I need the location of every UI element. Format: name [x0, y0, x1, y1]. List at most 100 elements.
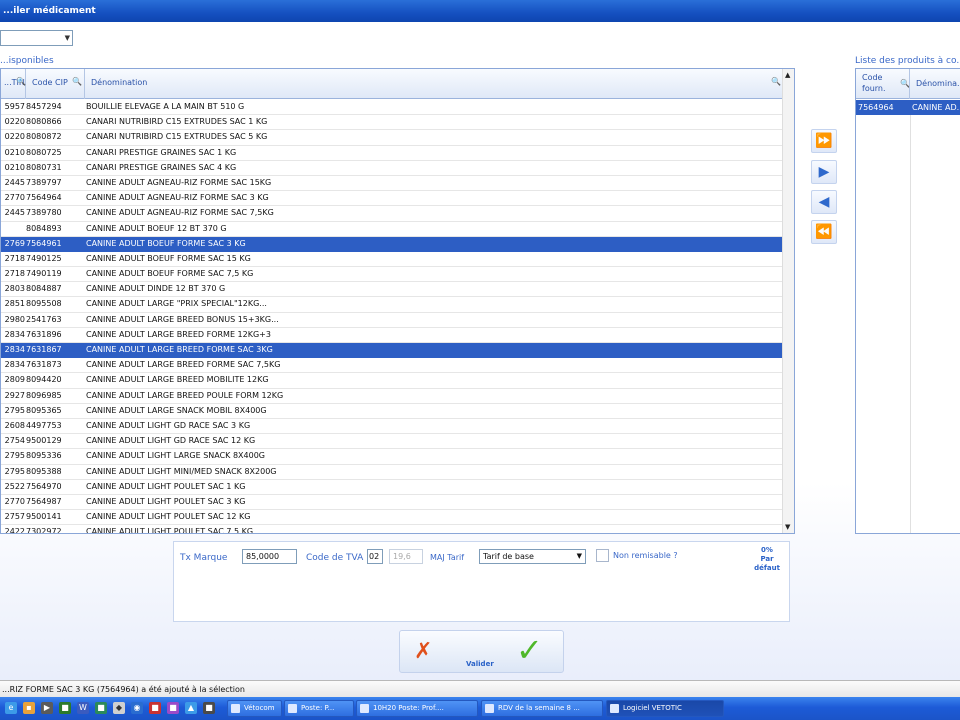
- search-icon[interactable]: 🔍: [72, 77, 82, 86]
- ie-icon[interactable]: e: [5, 702, 17, 714]
- row-cip: 8080731: [26, 162, 62, 172]
- app-icon[interactable]: ■: [95, 702, 107, 714]
- table-row[interactable]: 0220 8080872 CANARI NUTRIBIRD C15 EXTRUDES…: [1, 130, 783, 146]
- table-row[interactable]: 2851 8095508 CANINE ADULT LARGE "PRIX SPEC…: [1, 297, 783, 313]
- table-row[interactable]: 2795 8095365 CANINE ADULT LARGE SNACK MOBI…: [1, 404, 783, 419]
- row-denomination: CANINE ADULT AGNEAU-RIZ FORME SAC 15KG: [86, 177, 272, 187]
- row-tin: 2445: [4, 208, 25, 218]
- search-icon[interactable]: 🔍: [900, 78, 909, 89]
- table-row[interactable]: 2445 7389780 CANINE ADULT AGNEAU-RIZ FORME…: [1, 206, 783, 222]
- row-tin: 2770: [4, 496, 25, 506]
- table-row[interactable]: 2754 9500129 CANINE ADULT LIGHT GD RACE SA…: [1, 434, 783, 450]
- table-row[interactable]: 0210 8080725 CANARI PRESTIGE GRAINES SAC 1…: [1, 146, 783, 161]
- tva-code-input[interactable]: 02: [367, 549, 383, 564]
- row-tin: 2795: [4, 451, 25, 461]
- globe-icon[interactable]: ◉: [131, 702, 143, 714]
- row-denomination: CANINE ADULT LARGE BREED FORME SAC 3KG: [86, 345, 273, 354]
- column-header-tin[interactable]: ...TIN 🔍: [1, 69, 26, 99]
- table-row[interactable]: 2522 7564970 CANINE ADULT LIGHT POULET SAC…: [1, 480, 783, 495]
- table-row[interactable]: 2927 8096985 CANINE ADULT LARGE BREED POUL…: [1, 389, 783, 404]
- search-icon[interactable]: 🔍: [16, 77, 26, 86]
- table-row[interactable]: 2834 7631867 CANINE ADULT LARGE BREED FORM…: [1, 343, 783, 359]
- table-row[interactable]: 2980 2541763 CANINE ADULT LARGE BREED BONU…: [1, 313, 783, 328]
- remove-all-button[interactable]: ⏪: [811, 220, 837, 244]
- table-row[interactable]: 2770 7564964 CANINE ADULT AGNEAU-RIZ FORME…: [1, 191, 783, 207]
- column-header-label: Dénomina...: [916, 79, 960, 88]
- vertical-scrollbar[interactable]: ▲ ▼: [782, 69, 794, 533]
- app-icon[interactable]: ■: [149, 702, 161, 714]
- table-row[interactable]: 5957 8457294 BOUILLIE ELEVAGE A LA MAIN BT…: [1, 100, 783, 116]
- table-row[interactable]: 2809 8094420 CANINE ADULT LARGE BREED MOBI…: [1, 373, 783, 389]
- row-cip: 7490119: [26, 269, 62, 279]
- row-denomination: CANINE ADULT LIGHT POULET SAC 1 KG: [86, 481, 246, 491]
- calendar-icon: [485, 704, 494, 713]
- column-header-supplier-code[interactable]: Code fourn. 🔍: [856, 69, 910, 99]
- table-row[interactable]: 2795 8095388 CANINE ADULT LIGHT MINI/MED S…: [1, 465, 783, 480]
- column-header-cip[interactable]: Code CIP 🔍: [26, 69, 85, 99]
- add-all-button[interactable]: ⏩: [811, 129, 837, 153]
- table-row[interactable]: 8084893 CANINE ADULT BOEUF 12 BT 370 G: [1, 222, 783, 237]
- available-products-list[interactable]: ...TIN 🔍 Code CIP 🔍 Dénomination 🔍 5957 8457…: [0, 68, 795, 534]
- row-denomination: CANARI NUTRIBIRD C15 EXTRUDES SAC 5 KG: [86, 132, 268, 142]
- table-row[interactable]: 2803 8084887 CANINE ADULT DINDE 12 BT 370 …: [1, 282, 783, 298]
- folder-icon[interactable]: ▪: [23, 702, 35, 714]
- row-denomination: CANINE ADULT LARGE BREED BONUS 15+3KG...: [86, 314, 279, 324]
- row-denomination: CANINE ADULT LIGHT GD RACE SAC 12 KG: [86, 436, 256, 446]
- scroll-down-icon[interactable]: ▼: [785, 523, 790, 531]
- taskbar-item-label: RDV de la semaine 8 ...: [498, 704, 580, 712]
- app-icon[interactable]: ■: [203, 702, 215, 714]
- taskbar-item-vetotic[interactable]: Logiciel VETOTIC: [606, 700, 724, 717]
- app-icon[interactable]: ▲: [185, 702, 197, 714]
- row-denomination: CANINE ADULT LIGHT POULET SAC 7,5 KG: [86, 527, 254, 534]
- table-row[interactable]: 2608 4497753 CANINE ADULT LIGHT GD RACE SA…: [1, 419, 783, 435]
- taskbar-item-vetocom[interactable]: Vétocom: [227, 700, 282, 717]
- table-row[interactable]: 2757 9500141 CANINE ADULT LIGHT POULET SAC…: [1, 510, 783, 526]
- app-icon[interactable]: ■: [167, 702, 179, 714]
- table-row[interactable]: 7564964 CANINE AD...: [856, 100, 960, 115]
- taskbar-item-rdv[interactable]: RDV de la semaine 8 ...: [481, 700, 603, 717]
- app-icon[interactable]: ■: [59, 702, 71, 714]
- add-selected-button[interactable]: ▶: [811, 160, 837, 184]
- row-tin: 2834: [4, 345, 25, 354]
- margin-input[interactable]: 85,0000: [242, 549, 297, 564]
- status-bar: ...RIZ FORME SAC 3 KG (7564964) a été aj…: [0, 680, 960, 697]
- table-row[interactable]: 2834 7631873 CANINE ADULT LARGE BREED FORM…: [1, 358, 783, 374]
- row-denomination: CANINE ADULT LARGE "PRIX SPECIAL"12KG...: [86, 299, 267, 309]
- table-row[interactable]: 2770 7564987 CANINE ADULT LIGHT POULET SAC…: [1, 495, 783, 511]
- taskbar-item-poste[interactable]: Poste: P...: [284, 700, 354, 717]
- default-percent-button[interactable]: 0% Par défaut: [752, 546, 782, 573]
- cancel-icon[interactable]: ✗: [414, 639, 432, 664]
- row-tin: 2795: [4, 405, 25, 415]
- scroll-up-icon[interactable]: ▲: [785, 71, 790, 79]
- row-denomination: CANINE ADULT LIGHT GD RACE SAC 3 KG: [86, 420, 251, 430]
- table-row[interactable]: 2769 7564961 CANINE ADULT BOEUF FORME SAC …: [1, 236, 783, 252]
- taskbar-item-label: Vétocom: [244, 704, 275, 712]
- table-row[interactable]: 0220 8080866 CANARI NUTRIBIRD C15 EXTRUDES…: [1, 115, 783, 131]
- non-remisable-checkbox[interactable]: [596, 549, 609, 562]
- media-icon[interactable]: ▶: [41, 702, 53, 714]
- ordered-products-list[interactable]: Code fourn. 🔍 Dénomina... 7564964 CANINE…: [855, 68, 960, 534]
- tva-rate-field: 19,6: [389, 549, 423, 564]
- validate-icon[interactable]: ✓: [516, 631, 543, 669]
- row-cip: 8457294: [26, 102, 62, 111]
- word-icon[interactable]: W: [77, 702, 89, 714]
- table-row[interactable]: 2422 7302972 CANINE ADULT LIGHT POULET SAC…: [1, 525, 783, 534]
- app-icon[interactable]: ◆: [113, 702, 125, 714]
- table-row[interactable]: 0210 8080731 CANARI PRESTIGE GRAINES SAC 4…: [1, 161, 783, 176]
- table-row[interactable]: 2834 7631896 CANINE ADULT LARGE BREED FORM…: [1, 328, 783, 343]
- table-row[interactable]: 2795 8095336 CANINE ADULT LIGHT LARGE SNAC…: [1, 449, 783, 465]
- ordered-list-header: Code fourn. 🔍 Dénomina...: [856, 69, 960, 99]
- table-row[interactable]: 2718 7490125 CANINE ADULT BOEUF FORME SAC …: [1, 252, 783, 268]
- margin-label: Tx Marque: [180, 553, 228, 563]
- taskbar-item-poste-prof[interactable]: 10H20 Poste: Prof....: [356, 700, 478, 717]
- search-icon[interactable]: 🔍: [771, 77, 781, 86]
- table-row[interactable]: 2445 7389797 CANINE ADULT AGNEAU-RIZ FORME…: [1, 176, 783, 192]
- filter-dropdown[interactable]: ▼: [0, 30, 73, 46]
- table-row[interactable]: 2718 7490119 CANINE ADULT BOEUF FORME SAC …: [1, 267, 783, 283]
- column-header-denomination[interactable]: Dénomina...: [910, 69, 960, 99]
- row-cip: 7302972: [26, 527, 62, 534]
- column-header-denomination[interactable]: Dénomination 🔍: [85, 69, 783, 99]
- tariff-select[interactable]: Tarif de base ▼: [479, 549, 586, 564]
- remove-selected-button[interactable]: ◀: [811, 190, 837, 214]
- arrow-right-icon: ▶: [818, 164, 830, 180]
